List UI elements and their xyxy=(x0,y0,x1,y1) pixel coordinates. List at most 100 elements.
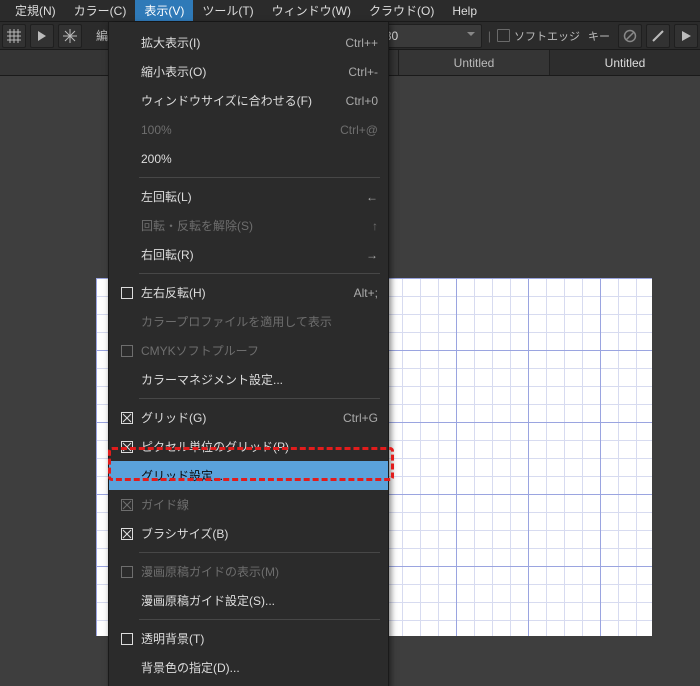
menu-check-icon xyxy=(115,403,139,432)
menu-check-icon xyxy=(115,557,139,586)
toolbar-btn-play[interactable] xyxy=(674,24,698,48)
menu-item-20[interactable]: 背景色の指定(D)... xyxy=(109,653,388,682)
menu-item-9: カラープロファイルを適用して表示 xyxy=(109,307,388,336)
menu-item-label: グリッド設定... xyxy=(139,467,378,484)
menu-item-accelerator: Ctrl++ xyxy=(345,36,378,50)
menu-item-accelerator: → xyxy=(366,248,378,262)
menu-item-2[interactable]: ウィンドウサイズに合わせる(F)Ctrl+0 xyxy=(109,86,388,115)
menubar-item-1[interactable]: カラー(C) xyxy=(65,0,136,21)
menu-item-10: CMYKソフトプルーフ xyxy=(109,336,388,365)
menu-item-label: 回転・反転を解除(S) xyxy=(139,217,372,234)
menu-check-icon xyxy=(115,490,139,519)
menu-check-icon xyxy=(115,240,139,269)
menu-item-label: CMYKソフトプルーフ xyxy=(139,342,378,359)
checkbox-icon xyxy=(497,29,510,42)
menu-item-19[interactable]: 透明背景(T) xyxy=(109,624,388,653)
menu-item-label: ウィンドウサイズに合わせる(F) xyxy=(139,92,346,109)
menu-item-0[interactable]: 拡大表示(I)Ctrl++ xyxy=(109,28,388,57)
menu-item-label: カラーマネジメント設定... xyxy=(139,371,378,388)
menu-item-label: 背景色の指定(D)... xyxy=(139,659,378,676)
menubar-item-2[interactable]: 表示(V) xyxy=(135,0,193,21)
menu-check-icon xyxy=(115,336,139,365)
menu-separator xyxy=(139,398,380,399)
divider: | xyxy=(486,29,493,43)
menubar-item-4[interactable]: ウィンドウ(W) xyxy=(263,0,360,21)
menu-check-icon xyxy=(115,115,139,144)
menu-item-15: ガイド線 xyxy=(109,490,388,519)
toolbar-btn-star[interactable] xyxy=(58,24,82,48)
menu-item-label: 漫画原稿ガイドの表示(M) xyxy=(139,563,378,580)
menu-check-icon xyxy=(115,365,139,394)
menu-item-12[interactable]: グリッド(G)Ctrl+G xyxy=(109,403,388,432)
menu-item-label: 100% xyxy=(139,123,340,137)
view-menu: 拡大表示(I)Ctrl++縮小表示(O)Ctrl+-ウィンドウサイズに合わせる(… xyxy=(108,22,389,686)
menu-item-accelerator: Alt+; xyxy=(354,286,378,300)
menu-item-13[interactable]: ピクセル単位のグリッド(P) xyxy=(109,432,388,461)
menu-check-icon xyxy=(115,519,139,548)
menu-item-3: 100%Ctrl+@ xyxy=(109,115,388,144)
menu-item-label: 左右反転(H) xyxy=(139,284,354,301)
menu-check-icon xyxy=(115,307,139,336)
toolbar-softedge-checkbox[interactable]: ソフトエッジ xyxy=(497,28,580,44)
menu-check-icon xyxy=(115,57,139,86)
menu-item-label: ブラシサイズ(B) xyxy=(139,525,378,542)
menu-item-label: 拡大表示(I) xyxy=(139,34,345,51)
menu-item-label: 透明背景(T) xyxy=(139,630,378,647)
menubar-item-5[interactable]: クラウド(O) xyxy=(360,0,443,21)
menu-item-18[interactable]: 漫画原稿ガイド設定(S)... xyxy=(109,586,388,615)
toolbar-btn-none[interactable] xyxy=(618,24,642,48)
toolbar-btn-pen[interactable] xyxy=(646,24,670,48)
menu-check-icon xyxy=(115,211,139,240)
menu-check-icon xyxy=(115,144,139,173)
menu-item-label: 右回転(R) xyxy=(139,246,366,263)
menu-item-1[interactable]: 縮小表示(O)Ctrl+- xyxy=(109,57,388,86)
menu-check-icon xyxy=(115,182,139,211)
menu-item-14[interactable]: グリッド設定... xyxy=(109,461,388,490)
menu-check-icon xyxy=(115,86,139,115)
menu-item-accelerator: ← xyxy=(366,190,378,204)
toolbar-btn-arrow[interactable] xyxy=(30,24,54,48)
menu-item-6: 回転・反転を解除(S)↑ xyxy=(109,211,388,240)
menu-check-icon xyxy=(115,653,139,682)
document-tab-1[interactable]: Untitled xyxy=(549,50,700,75)
menu-separator xyxy=(139,619,380,620)
menu-separator xyxy=(139,177,380,178)
menu-check-icon xyxy=(115,432,139,461)
menu-item-7[interactable]: 右回転(R)→ xyxy=(109,240,388,269)
menubar-item-0[interactable]: 定規(N) xyxy=(6,0,65,21)
menu-item-accelerator: Ctrl+0 xyxy=(346,94,378,108)
menu-item-8[interactable]: 左右反転(H)Alt+; xyxy=(109,278,388,307)
menubar-item-6[interactable]: Help xyxy=(443,0,486,21)
menu-check-icon xyxy=(115,586,139,615)
menubar: 定規(N)カラー(C)表示(V)ツール(T)ウィンドウ(W)クラウド(O)Hel… xyxy=(0,0,700,22)
menu-item-11[interactable]: カラーマネジメント設定... xyxy=(109,365,388,394)
document-tab-0[interactable]: Untitled xyxy=(398,50,549,75)
menu-separator xyxy=(139,552,380,553)
toolbar-value-field[interactable]: 30 xyxy=(378,24,482,48)
menu-item-label: カラープロファイルを適用して表示 xyxy=(139,313,378,330)
menu-item-5[interactable]: 左回転(L)← xyxy=(109,182,388,211)
menu-item-16[interactable]: ブラシサイズ(B) xyxy=(109,519,388,548)
menu-item-accelerator: Ctrl+G xyxy=(343,411,378,425)
toolbar-key-label: キー xyxy=(584,28,614,44)
menu-item-label: 漫画原稿ガイド設定(S)... xyxy=(139,592,378,609)
menu-item-17: 漫画原稿ガイドの表示(M) xyxy=(109,557,388,586)
menu-check-icon xyxy=(115,278,139,307)
menu-item-accelerator: ↑ xyxy=(372,219,378,233)
menu-check-icon xyxy=(115,461,139,490)
menu-item-4[interactable]: 200% xyxy=(109,144,388,173)
menubar-item-3[interactable]: ツール(T) xyxy=(193,0,262,21)
menu-item-accelerator: Ctrl+@ xyxy=(340,123,378,137)
menu-item-label: ガイド線 xyxy=(139,496,378,513)
menu-separator xyxy=(139,273,380,274)
menu-item-label: 左回転(L) xyxy=(139,188,366,205)
menu-item-label: グリッド(G) xyxy=(139,409,343,426)
menu-item-accelerator: Ctrl+- xyxy=(348,65,378,79)
menu-item-label: ピクセル単位のグリッド(P) xyxy=(139,438,378,455)
menu-check-icon xyxy=(115,624,139,653)
toolbar-btn-grid[interactable] xyxy=(2,24,26,48)
toolbar-softedge-label: ソフトエッジ xyxy=(514,28,580,44)
menu-item-label: 200% xyxy=(139,152,378,166)
menu-item-label: 縮小表示(O) xyxy=(139,63,348,80)
menu-check-icon xyxy=(115,28,139,57)
